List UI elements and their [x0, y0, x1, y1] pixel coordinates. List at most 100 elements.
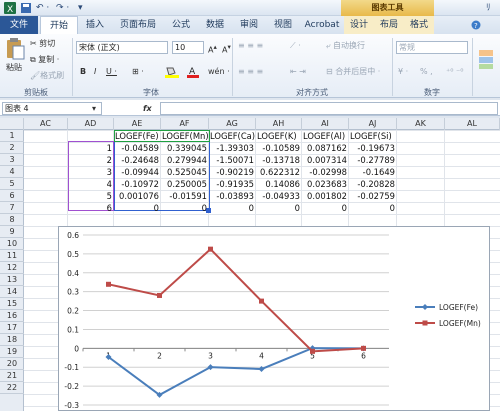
- table-index-cell[interactable]: 2: [68, 154, 114, 166]
- table-cell[interactable]: -0.01591: [161, 190, 209, 202]
- table-cell[interactable]: 0: [114, 202, 161, 214]
- column-header[interactable]: AL: [445, 118, 500, 130]
- row-header[interactable]: 16: [0, 310, 24, 322]
- table-cell[interactable]: -0.03893: [209, 190, 256, 202]
- row-header[interactable]: 15: [0, 298, 24, 310]
- tab-insert[interactable]: 插入: [78, 16, 112, 34]
- bold-button[interactable]: B: [80, 66, 86, 78]
- table-cell[interactable]: -1.39303: [209, 142, 256, 154]
- font-color-icon[interactable]: A: [186, 66, 202, 78]
- table-cell[interactable]: -0.19673: [349, 142, 397, 154]
- table-cell[interactable]: 0.023683: [302, 178, 349, 190]
- table-cell[interactable]: -0.27789: [349, 154, 397, 166]
- table-cell[interactable]: 0: [209, 202, 256, 214]
- underline-button[interactable]: U ·: [106, 66, 117, 78]
- line-chart[interactable]: 0.60.50.40.30.20.10-0.1-0.2-0.3 123456 L…: [58, 226, 490, 411]
- table-cell[interactable]: -0.02759: [349, 190, 397, 202]
- undo-icon[interactable]: ↶ ·: [36, 2, 49, 14]
- row-header[interactable]: 8: [0, 214, 24, 226]
- row-header[interactable]: 7: [0, 202, 24, 214]
- column-header[interactable]: AI: [302, 118, 349, 130]
- table-cell[interactable]: 0: [256, 202, 302, 214]
- table-cell[interactable]: -0.20828: [349, 178, 397, 190]
- merge-center-button[interactable]: ⊟ 合并后居中 ·: [326, 66, 380, 78]
- row-header[interactable]: 9: [0, 226, 24, 238]
- tab-view[interactable]: 视图: [266, 16, 300, 34]
- table-cell[interactable]: -0.02998: [302, 166, 349, 178]
- table-cell[interactable]: -0.13718: [256, 154, 302, 166]
- tab-layout[interactable]: 布局: [374, 16, 404, 34]
- copy-button[interactable]: ⧉ 复制 ·: [30, 54, 59, 66]
- row-header[interactable]: 12: [0, 262, 24, 274]
- font-name-select[interactable]: 宋体 (正文): [76, 41, 168, 54]
- formula-input[interactable]: [160, 102, 498, 115]
- table-cell[interactable]: 0.622312: [256, 166, 302, 178]
- tab-acrobat[interactable]: Acrobat: [300, 16, 344, 34]
- table-cell[interactable]: 0.087162: [302, 142, 349, 154]
- align-left-icon[interactable]: ≡ ≡ ≡: [238, 66, 263, 78]
- table-header-cell[interactable]: LOGEF(Fe): [115, 130, 162, 142]
- row-header[interactable]: 11: [0, 250, 24, 262]
- table-index-cell[interactable]: 3: [68, 166, 114, 178]
- align-top-icon[interactable]: ≡ ≡ ≡: [238, 40, 263, 52]
- row-header[interactable]: 1: [0, 130, 24, 142]
- table-cell[interactable]: -1.50071: [209, 154, 256, 166]
- number-format-select[interactable]: 常规: [396, 41, 468, 54]
- table-cell[interactable]: 0: [302, 202, 349, 214]
- column-header[interactable]: AE: [114, 118, 161, 130]
- table-cell[interactable]: -0.91935: [209, 178, 256, 190]
- table-index-cell[interactable]: 5: [68, 190, 114, 202]
- indent-icon[interactable]: ⇤ ⇥: [290, 66, 306, 78]
- row-header[interactable]: 2: [0, 142, 24, 154]
- paste-button[interactable]: 粘贴: [6, 62, 22, 74]
- tab-home[interactable]: 开始: [40, 16, 78, 34]
- format-painter-button[interactable]: 🖌格式刷: [30, 70, 64, 82]
- row-header[interactable]: 4: [0, 166, 24, 178]
- table-cell[interactable]: -0.10589: [256, 142, 302, 154]
- save-icon[interactable]: [20, 2, 32, 14]
- select-all-corner[interactable]: [0, 118, 24, 130]
- wrap-text-button[interactable]: ⤶ 自动换行: [326, 40, 365, 52]
- row-header[interactable]: 19: [0, 346, 24, 358]
- row-header[interactable]: 20: [0, 358, 24, 370]
- table-cell[interactable]: 0.250005: [161, 178, 209, 190]
- table-cell[interactable]: -0.90219: [209, 166, 256, 178]
- table-cell[interactable]: -0.09944: [114, 166, 161, 178]
- table-cell[interactable]: 0.007314: [302, 154, 349, 166]
- row-header[interactable]: 3: [0, 154, 24, 166]
- insert-function-button[interactable]: fx: [143, 103, 152, 115]
- fill-color-icon[interactable]: [164, 66, 182, 78]
- borders-icon[interactable]: ⊞ ·: [132, 66, 144, 78]
- row-header[interactable]: 22: [0, 382, 24, 394]
- table-cell[interactable]: 0.001076: [114, 190, 161, 202]
- customize-quick-access-icon[interactable]: ▾: [78, 2, 83, 14]
- tab-page-layout[interactable]: 页面布局: [112, 16, 164, 34]
- percent-button[interactable]: % ,: [420, 66, 433, 78]
- redo-icon[interactable]: ↷ ·: [56, 2, 69, 14]
- tab-design[interactable]: 设计: [344, 16, 374, 34]
- column-header[interactable]: AC: [24, 118, 68, 130]
- table-cell[interactable]: -0.04589: [114, 142, 161, 154]
- table-header-cell[interactable]: LOGEF(Al): [303, 130, 350, 142]
- table-cell[interactable]: 0.279944: [161, 154, 209, 166]
- currency-icon[interactable]: ¥ ·: [398, 66, 408, 78]
- table-cell[interactable]: 0: [161, 202, 209, 214]
- column-header[interactable]: AK: [397, 118, 445, 130]
- row-header[interactable]: 10: [0, 238, 24, 250]
- column-header[interactable]: AJ: [349, 118, 397, 130]
- name-box-dropdown-icon[interactable]: ▾: [92, 103, 96, 115]
- tab-review[interactable]: 审阅: [232, 16, 266, 34]
- name-box[interactable]: 图表 4: [2, 102, 102, 115]
- tab-file[interactable]: 文件: [0, 16, 38, 34]
- paste-icon[interactable]: [4, 37, 26, 61]
- table-cell[interactable]: -0.04933: [256, 190, 302, 202]
- table-index-cell[interactable]: 4: [68, 178, 114, 190]
- shrink-font-icon[interactable]: A▾: [222, 41, 231, 55]
- tab-data[interactable]: 数据: [198, 16, 232, 34]
- phonetic-icon[interactable]: wén ·: [208, 66, 230, 78]
- tab-formulas[interactable]: 公式: [164, 16, 198, 34]
- table-header-cell[interactable]: LOGEF(Mn): [162, 130, 210, 142]
- row-header[interactable]: 21: [0, 370, 24, 382]
- column-header[interactable]: AG: [209, 118, 256, 130]
- window-control[interactable]: ﾘ: [486, 2, 491, 14]
